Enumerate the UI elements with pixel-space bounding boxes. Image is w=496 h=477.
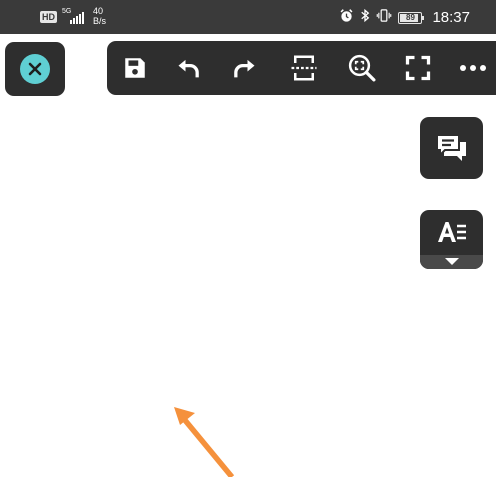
zoom-fit-icon <box>348 54 376 82</box>
text-format-dropdown[interactable] <box>420 255 483 269</box>
network-speed: 40 B/s <box>93 7 106 27</box>
speed-unit: B/s <box>93 16 107 26</box>
undo-button[interactable] <box>173 52 205 84</box>
battery-level: 89 <box>406 13 415 22</box>
bluetooth-icon <box>360 8 370 28</box>
clock: 18:37 <box>432 9 470 26</box>
close-button[interactable] <box>5 42 65 96</box>
crop-page-button[interactable] <box>288 52 320 84</box>
toolbar <box>107 41 496 95</box>
fullscreen-icon <box>405 55 431 81</box>
undo-icon <box>178 59 199 78</box>
redo-icon <box>234 59 255 78</box>
zoom-fit-button[interactable] <box>346 52 378 84</box>
text-format-button[interactable] <box>420 210 483 269</box>
status-right: 89 18:37 <box>339 8 470 28</box>
annotation-arrow <box>174 407 235 477</box>
fullscreen-button[interactable] <box>402 52 434 84</box>
status-bar: HD 5G 40 B/s 89 18:37 <box>0 0 496 34</box>
alarm-icon <box>339 8 354 28</box>
crop-page-icon <box>291 55 317 81</box>
chevron-down-icon <box>444 258 459 265</box>
save-button[interactable] <box>119 52 151 84</box>
more-button[interactable] <box>457 52 489 84</box>
comment-icon <box>435 134 466 161</box>
more-icon <box>460 65 486 71</box>
hd-badge: HD <box>40 11 57 23</box>
status-left: HD 5G 40 B/s <box>40 5 106 29</box>
signal-icon: 5G <box>62 8 88 26</box>
redo-button[interactable] <box>228 52 260 84</box>
text-format-icon <box>437 222 466 242</box>
save-icon <box>125 58 145 78</box>
close-icon <box>20 54 50 84</box>
vibrate-icon <box>376 8 392 28</box>
battery-icon: 89 <box>398 12 425 24</box>
comment-button[interactable] <box>420 117 483 179</box>
